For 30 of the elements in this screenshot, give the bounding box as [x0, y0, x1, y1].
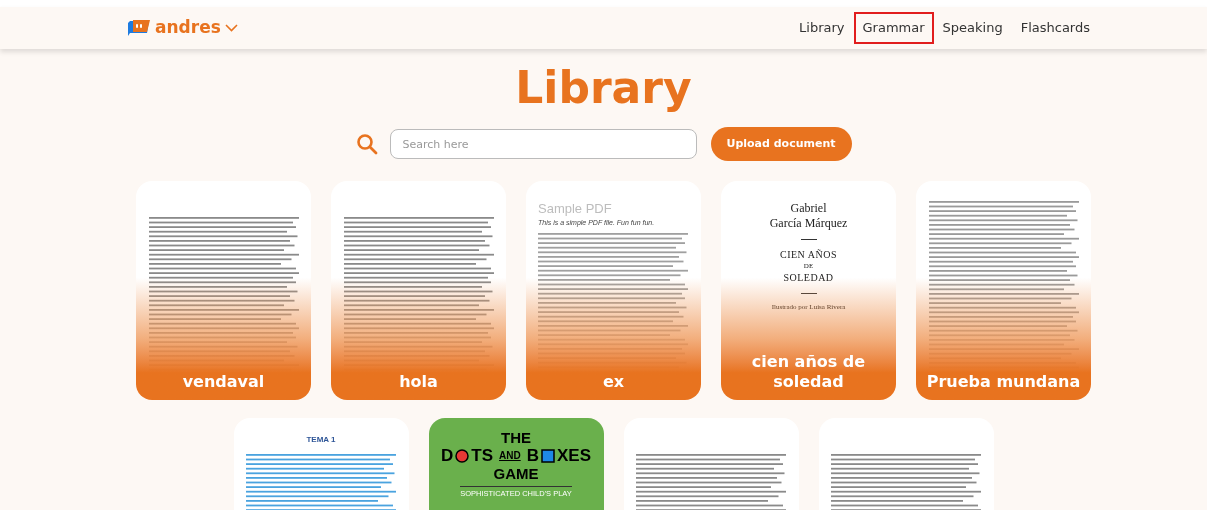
game-title: XES — [556, 446, 591, 466]
nav-link[interactable]: Flashcards — [1013, 14, 1097, 42]
cover-author: García Márquez — [769, 216, 848, 231]
circle-icon — [455, 449, 470, 463]
nav-link[interactable]: Grammar — [855, 14, 932, 42]
cover-title: SOLEDAD — [783, 271, 834, 285]
chat-bubble-logo-icon — [127, 19, 151, 37]
document-title: cien años de soledad — [750, 352, 867, 392]
game-title: TS — [471, 446, 493, 466]
document-title: ex — [601, 372, 626, 392]
cover-title: CIEN AÑOS — [780, 248, 837, 262]
cover-author: Gabriel — [790, 201, 827, 216]
search-icon — [355, 133, 378, 155]
game-title: B — [526, 446, 539, 466]
document-title: vendaval — [181, 372, 266, 392]
game-title: THE — [501, 430, 531, 446]
square-icon — [540, 449, 555, 463]
nav-link[interactable]: Speaking — [935, 14, 1010, 42]
search-field[interactable]: Search here — [389, 129, 697, 159]
game-title: GAME — [493, 466, 539, 482]
document-title: hola — [398, 372, 439, 392]
document-heading: TEMA 1 — [306, 434, 336, 446]
nav-link[interactable]: Library — [792, 14, 852, 42]
game-title: AND — [499, 449, 521, 463]
document-title: Prueba mundana — [925, 372, 1082, 392]
document-heading: Sample PDF — [538, 201, 612, 217]
document-card[interactable]: TEMA 1 — [233, 418, 409, 510]
game-title: D — [441, 446, 454, 466]
chevron-down-icon — [224, 24, 238, 32]
page-title: Library — [515, 61, 692, 115]
